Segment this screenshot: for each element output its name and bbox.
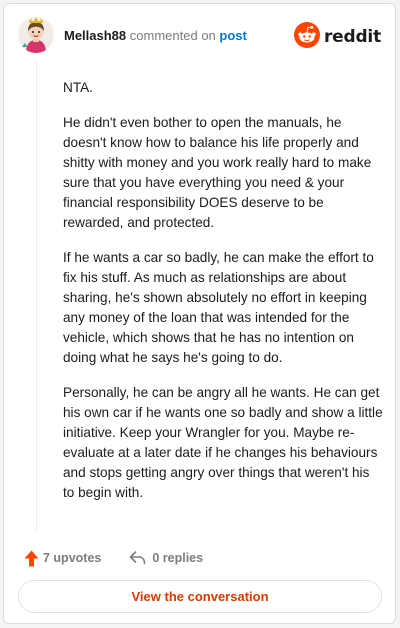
user-avatar[interactable] [18, 17, 54, 53]
view-conversation-button[interactable]: View the conversation [18, 580, 382, 613]
upvote-button[interactable]: 7 upvotes [20, 550, 101, 567]
commented-on-text: commented on [129, 28, 216, 43]
comment-body: NTA. He didn't even bother to open the m… [63, 78, 383, 518]
reply-count: 0 replies [152, 551, 204, 565]
reply-arrow-icon [129, 551, 146, 565]
comment-paragraph: He didn't even bother to open the manual… [63, 115, 372, 230]
reddit-snoo-icon [293, 21, 320, 53]
upvote-arrow-icon [24, 550, 39, 567]
comment-header: Mellash88 commented on post reddit [4, 4, 395, 68]
comment-paragraph: NTA. [63, 80, 93, 95]
comment-actions: 7 upvotes 0 replies [20, 546, 203, 570]
author-name[interactable]: Mellash88 [64, 28, 126, 43]
comment-paragraph: Personally, he can be angry all he wants… [63, 385, 383, 500]
reply-button[interactable]: 0 replies [123, 551, 203, 565]
reddit-logo[interactable]: reddit [293, 21, 381, 53]
post-link[interactable]: post [219, 28, 246, 43]
comment-card: Mellash88 commented on post reddit NTA. … [3, 3, 396, 624]
upvote-count: 7 upvotes [43, 551, 102, 565]
view-conversation-label: View the conversation [131, 589, 269, 604]
reddit-wordmark: reddit [323, 27, 381, 47]
thread-line [36, 61, 37, 531]
author-line: Mellash88 commented on post [64, 28, 247, 44]
comment-paragraph: If he wants a car so badly, he can make … [63, 250, 374, 365]
